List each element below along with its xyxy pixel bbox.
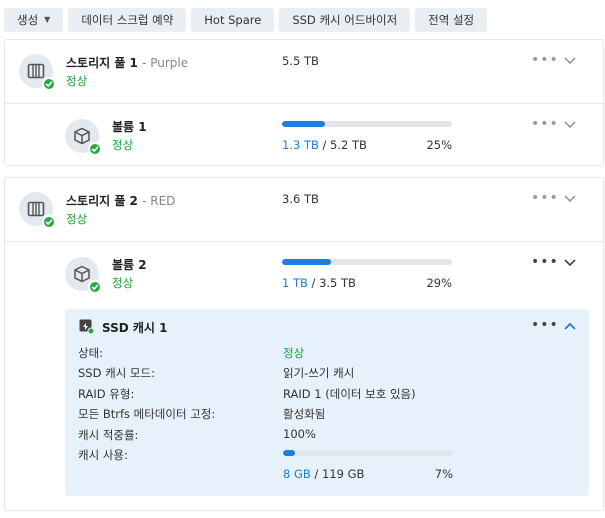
volume-usage-bar: [282, 259, 452, 265]
create-label: 생성: [17, 13, 39, 27]
nas-drive-icon: [27, 63, 45, 79]
more-dots-icon[interactable]: •••: [531, 53, 559, 67]
cache-usage-fill: [283, 450, 295, 456]
raid-type-label: RAID 유형:: [78, 387, 135, 401]
create-button[interactable]: 생성 ▼: [4, 8, 64, 32]
volume-usage-bar: [282, 121, 452, 127]
raid-type-value: RAID 1 (데이터 보호 있음): [283, 387, 416, 401]
cache-usage-text: 8 GB / 119 GB: [283, 467, 365, 481]
hot-spare-button[interactable]: Hot Spare: [191, 8, 275, 32]
volume-title: 볼륨 1: [112, 120, 147, 134]
chevron-up-icon[interactable]: [563, 321, 577, 331]
cache-mode-label: SSD 캐시 모드:: [78, 366, 155, 380]
cube-icon: [74, 127, 90, 145]
more-dots-icon[interactable]: •••: [531, 318, 559, 332]
pool-icon: [19, 192, 56, 229]
volume-icon: [65, 119, 102, 156]
scrub-schedule-button[interactable]: 데이터 스크럽 예약: [68, 8, 187, 32]
check-circle-icon: [88, 142, 102, 156]
cache-status-value: 정상: [283, 346, 305, 360]
volume-usage-text: 1.3 TB / 5.2 TB: [282, 138, 367, 152]
storage-pool-card-1: 스토리지 풀 1 - Purple 정상 5.5 TB ••• 볼륨 1 정상 …: [4, 39, 604, 166]
pool-status: 정상: [66, 74, 88, 88]
volume-status: 정상: [112, 276, 134, 290]
volume-usage-fill: [282, 259, 332, 265]
ssd-advisor-button[interactable]: SSD 캐시 어드바이저: [279, 8, 411, 32]
btrfs-pin-value: 활성화됨: [283, 407, 326, 421]
global-settings-button[interactable]: 전역 설정: [415, 8, 488, 32]
volume-usage-fill: [282, 121, 325, 127]
check-circle-icon: [42, 215, 56, 229]
volume-usage-percent: 29%: [426, 276, 452, 290]
ssd-cache-icon: [79, 319, 94, 334]
more-dots-icon[interactable]: •••: [531, 191, 559, 205]
volume-usage-text: 1 TB / 3.5 TB: [282, 276, 356, 290]
toolbar: 생성 ▼ 데이터 스크럽 예약 Hot Spare SSD 캐시 어드바이저 전…: [4, 8, 488, 32]
pool-icon: [19, 54, 56, 91]
chevron-down-icon[interactable]: [563, 120, 577, 130]
chevron-down-icon[interactable]: [563, 56, 577, 66]
btrfs-pin-label: 모든 Btrfs 메타데이터 고정:: [78, 407, 216, 421]
caret-down-icon: ▼: [44, 15, 51, 24]
volume-usage-percent: 25%: [426, 138, 452, 152]
volume-title: 볼륨 2: [112, 258, 147, 272]
more-dots-icon[interactable]: •••: [531, 255, 559, 269]
pool-size: 3.6 TB: [282, 192, 319, 206]
check-circle-icon: [88, 280, 102, 294]
nas-drive-icon: [27, 201, 45, 217]
cache-status-label: 상태:: [78, 346, 104, 360]
cache-usage-bar: [283, 450, 453, 456]
chevron-down-icon[interactable]: [563, 258, 577, 268]
cache-title: SSD 캐시 1: [102, 321, 168, 335]
cube-icon: [74, 265, 90, 283]
chevron-down-icon[interactable]: [563, 194, 577, 204]
ssd-cache-panel: SSD 캐시 1 ••• 상태: 정상 SSD 캐시 모드: 읽기-쓰기 캐시 …: [65, 309, 589, 496]
cache-usage-percent: 7%: [434, 467, 453, 481]
cache-mode-value: 읽기-쓰기 캐시: [283, 366, 355, 380]
pool-title: 스토리지 풀 2 - RED: [66, 194, 176, 208]
hit-rate-value: 100%: [283, 427, 316, 441]
storage-pool-card-2: 스토리지 풀 2 - RED 정상 3.6 TB ••• 볼륨 2 정상 1 T…: [4, 177, 604, 511]
volume-status: 정상: [112, 138, 134, 152]
check-circle-icon: [42, 77, 56, 91]
hit-rate-label: 캐시 적중률:: [78, 428, 139, 442]
more-dots-icon[interactable]: •••: [531, 117, 559, 131]
pool-status: 정상: [66, 212, 88, 226]
pool-size: 5.5 TB: [282, 54, 319, 68]
volume-icon: [65, 257, 102, 294]
pool-title: 스토리지 풀 1 - Purple: [66, 56, 189, 70]
cache-usage-label: 캐시 사용:: [78, 448, 128, 462]
